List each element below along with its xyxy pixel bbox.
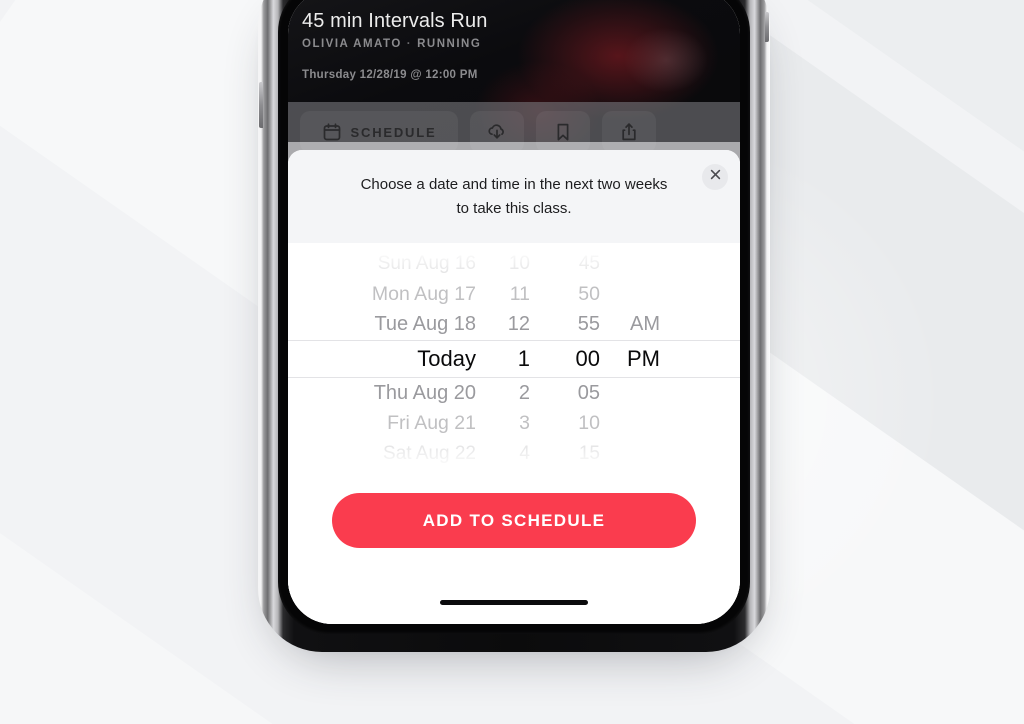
class-discipline: RUNNING	[417, 38, 482, 50]
class-instructor: OLIVIA AMATO	[302, 38, 402, 50]
picker-cell-hour: 11	[509, 282, 530, 305]
picker-cell-date: Mon Aug 17	[371, 282, 476, 305]
phone-mockup: 45 min Intervals Run OLIVIA AMATO · RUNNIN…	[258, 0, 770, 652]
picker-row-selected[interactable]: Today 1 00 PM	[288, 340, 740, 378]
calendar-icon	[322, 122, 342, 142]
close-button[interactable]	[702, 164, 728, 190]
picker-cell-hour: 9	[476, 243, 530, 244]
class-title: 45 min Intervals Run	[302, 10, 488, 32]
class-datetime: Thursday 12/28/19 @ 12:00 PM	[302, 69, 478, 81]
picker-cell-minute: 45	[578, 252, 600, 274]
modal-instruction-text: Choose a date and time in the next two w…	[360, 175, 668, 217]
picker-cell-minute: 10	[578, 412, 600, 435]
picker-cell-date: Fri Aug 21	[387, 412, 476, 435]
datetime-picker[interactable]: Sat Aug 15940Sun Aug 161045Mon Aug 17115…	[288, 243, 740, 475]
modal-header: Choose a date and time in the next two w…	[288, 150, 740, 243]
picker-row[interactable]: Sun Aug 16 10 45	[288, 249, 740, 280]
close-icon	[709, 168, 722, 186]
picker-cell-hour: 1	[517, 346, 530, 371]
picker-cell-minute: 05	[577, 381, 600, 404]
schedule-button[interactable]: SCHEDULE	[300, 111, 458, 153]
picker-row[interactable]: Thu Aug 20 2 05	[288, 378, 740, 409]
picker-cell-date: Today	[417, 346, 476, 371]
power-button[interactable]	[765, 12, 769, 42]
picker-row[interactable]: Tue Aug 18 12 55 AM	[288, 310, 740, 341]
picker-cell-date: Sat Aug 22	[383, 443, 476, 465]
picker-cell-minute: 00	[575, 346, 600, 371]
picker-cell-hour: 4	[519, 443, 530, 465]
bookmark-button[interactable]	[536, 111, 590, 153]
picker-cell-date: Thu Aug 20	[373, 381, 476, 404]
volume-up-button[interactable]	[259, 82, 263, 128]
meta-separator: ·	[406, 38, 413, 50]
picker-cell-minute: 50	[578, 282, 600, 305]
share-button[interactable]	[602, 111, 656, 153]
modal-footer: ADD TO SCHEDULE	[288, 475, 740, 624]
class-meta: OLIVIA AMATO · RUNNING	[302, 38, 481, 50]
datetime-picker-rows[interactable]: Sat Aug 15940Sun Aug 161045Mon Aug 17115…	[288, 243, 740, 475]
picker-cell-meridiem: AM	[630, 313, 660, 336]
picker-cell-hour: 12	[507, 313, 530, 336]
bookmark-icon	[552, 121, 574, 143]
picker-cell-date: Tue Aug 18	[374, 313, 476, 336]
picker-cell-date: Sun Aug 16	[377, 252, 476, 274]
cloud-download-icon	[486, 121, 508, 143]
home-indicator	[440, 600, 588, 605]
schedule-modal: Choose a date and time in the next two w…	[288, 150, 740, 624]
picker-cell-hour: 2	[518, 381, 530, 404]
share-icon	[618, 121, 640, 143]
picker-cell-minute: 55	[577, 313, 600, 336]
picker-cell-hour: 10	[508, 252, 530, 274]
picker-cell-minute: 15	[578, 443, 600, 465]
picker-cell-meridiem: PM	[627, 346, 660, 371]
picker-cell-minute: 40	[530, 243, 600, 244]
download-button[interactable]	[470, 111, 524, 153]
picker-cell-date: Sat Aug 15	[288, 243, 476, 244]
picker-row[interactable]: Mon Aug 17 11 50	[288, 279, 740, 310]
schedule-button-label: SCHEDULE	[350, 124, 437, 140]
add-to-schedule-button[interactable]: ADD TO SCHEDULE	[332, 493, 696, 548]
picker-row[interactable]: Sat Aug 22 4 15	[288, 439, 740, 470]
page-backdrop: 45 min Intervals Run OLIVIA AMATO · RUNNIN…	[0, 0, 1024, 724]
picker-row[interactable]: Fri Aug 21 3 10	[288, 409, 740, 440]
picker-cell-hour: 3	[519, 412, 530, 435]
phone-screen: 45 min Intervals Run OLIVIA AMATO · RUNNIN…	[288, 0, 740, 624]
